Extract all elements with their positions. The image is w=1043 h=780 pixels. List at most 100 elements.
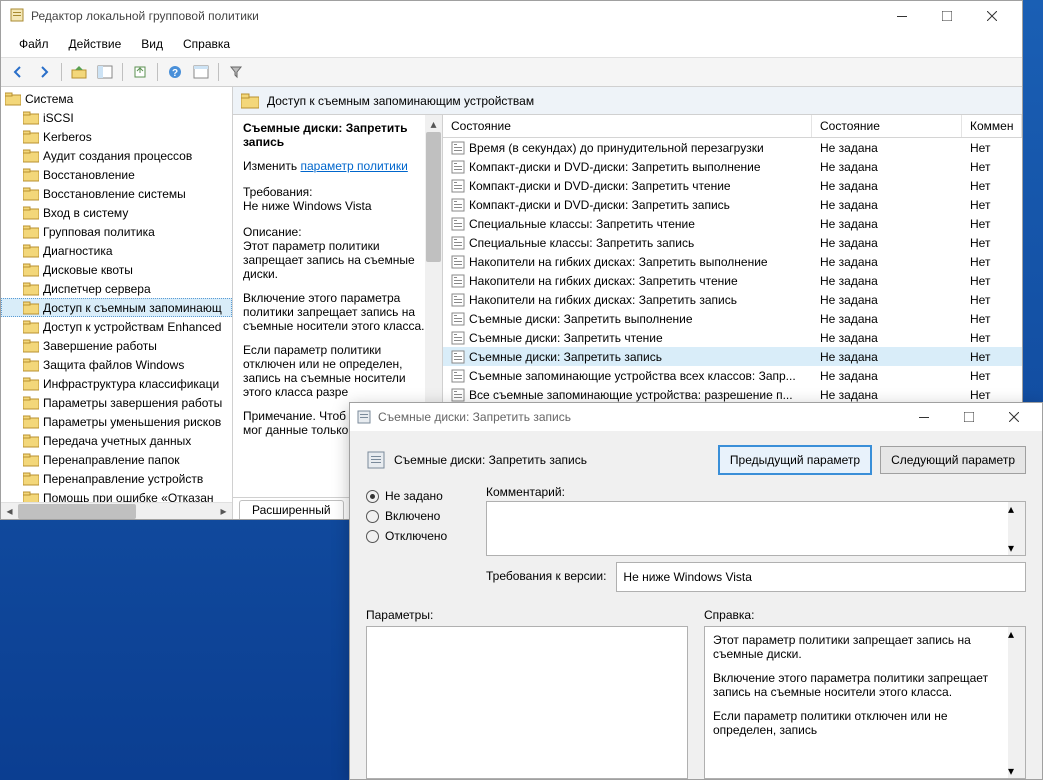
previous-setting-button[interactable]: Предыдущий параметр <box>718 445 872 475</box>
scroll-left-button[interactable]: ◂ <box>1 504 18 519</box>
help-button[interactable]: ? <box>164 61 186 83</box>
tree-item[interactable]: Групповая политика <box>1 222 232 241</box>
scroll-up-button[interactable]: ▴ <box>425 115 442 132</box>
column-comment[interactable]: Коммен <box>962 115 1022 137</box>
policy-setting-icon <box>451 198 465 212</box>
policy-row[interactable]: Компакт-диски и DVD-диски: Запретить чте… <box>443 176 1022 195</box>
tree-item[interactable]: Завершение работы <box>1 336 232 355</box>
tree-item[interactable]: Перенаправление папок <box>1 450 232 469</box>
tree-root[interactable]: Система <box>1 89 232 108</box>
tree-item[interactable]: Диспетчер сервера <box>1 279 232 298</box>
comment-textarea[interactable]: ▴ ▾ <box>486 501 1026 556</box>
version-requirements-value: Не ниже Windows Vista <box>623 570 752 584</box>
folder-icon <box>23 434 39 448</box>
scroll-right-button[interactable]: ▸ <box>215 504 232 519</box>
policy-row[interactable]: Специальные классы: Запретить записьНе з… <box>443 233 1022 252</box>
tree-item[interactable]: Аудит создания процессов <box>1 146 232 165</box>
policy-name: Накопители на гибких дисках: Запретить з… <box>469 293 737 307</box>
tree-item[interactable]: Инфраструктура классификаци <box>1 374 232 393</box>
description-text-2: Включение этого параметра политики запре… <box>243 291 432 333</box>
tree-item-label: iSCSI <box>43 111 74 125</box>
policy-comment: Нет <box>962 369 1022 383</box>
policy-row[interactable]: Накопители на гибких дисках: Запретить ч… <box>443 271 1022 290</box>
policy-name: Накопители на гибких дисках: Запретить в… <box>469 255 768 269</box>
tab-extended[interactable]: Расширенный <box>239 500 344 519</box>
scroll-down-button[interactable]: ▾ <box>1008 541 1025 555</box>
scroll-thumb[interactable] <box>18 504 136 519</box>
folder-icon <box>23 187 39 201</box>
maximize-button[interactable] <box>924 2 969 30</box>
policy-setting-icon <box>451 388 465 402</box>
scroll-up-button[interactable]: ▴ <box>1008 627 1025 641</box>
menu-file[interactable]: Файл <box>9 33 59 55</box>
policy-row[interactable]: Компакт-диски и DVD-диски: Запретить зап… <box>443 195 1022 214</box>
tree-item[interactable]: Вход в систему <box>1 203 232 222</box>
properties-button[interactable] <box>190 61 212 83</box>
tree-item-label: Восстановление системы <box>43 187 186 201</box>
menu-action[interactable]: Действие <box>59 33 132 55</box>
policy-row[interactable]: Съемные запоминающие устройства всех кла… <box>443 366 1022 385</box>
column-state-1[interactable]: Состояние <box>443 115 812 137</box>
radio-not-configured[interactable]: Не задано <box>366 489 476 503</box>
tree-item[interactable]: Передача учетных данных <box>1 431 232 450</box>
edit-policy-link[interactable]: параметр политики <box>300 159 407 173</box>
tree-item[interactable]: Kerberos <box>1 127 232 146</box>
tree-item[interactable]: Восстановление <box>1 165 232 184</box>
dialog-close-button[interactable] <box>991 403 1036 431</box>
tree-item[interactable]: Параметры уменьшения рисков <box>1 412 232 431</box>
policy-row[interactable]: Съемные диски: Запретить записьНе задана… <box>443 347 1022 366</box>
tree-horizontal-scrollbar[interactable]: ◂ ▸ <box>1 502 232 519</box>
policy-row[interactable]: Съемные диски: Запретить выполнениеНе за… <box>443 309 1022 328</box>
tree-item[interactable]: Восстановление системы <box>1 184 232 203</box>
policy-state: Не задана <box>812 160 962 174</box>
folder-icon <box>23 415 39 429</box>
minimize-button[interactable] <box>879 2 924 30</box>
menu-view[interactable]: Вид <box>131 33 173 55</box>
policy-name: Компакт-диски и DVD-диски: Запретить чте… <box>469 179 731 193</box>
up-button[interactable] <box>68 61 90 83</box>
dialog-title: Съемные диски: Запретить запись <box>378 410 901 424</box>
tree-item[interactable]: iSCSI <box>1 108 232 127</box>
radio-disabled[interactable]: Отключено <box>366 529 476 543</box>
folder-icon <box>23 358 39 372</box>
dialog-minimize-button[interactable] <box>901 403 946 431</box>
folder-icon <box>23 225 39 239</box>
tree-item[interactable]: Дисковые квоты <box>1 260 232 279</box>
policy-setting-icon <box>451 369 465 383</box>
tree-item[interactable]: Помощь при ошибке «Отказан <box>1 488 232 502</box>
dialog-maximize-button[interactable] <box>946 403 991 431</box>
policy-row[interactable]: Компакт-диски и DVD-диски: Запретить вып… <box>443 157 1022 176</box>
navigation-tree[interactable]: Система iSCSI KerberosАудит создания проц… <box>1 87 232 502</box>
help-paragraph-1: Этот параметр политики запрещает запись … <box>713 633 1017 661</box>
menu-help[interactable]: Справка <box>173 33 240 55</box>
main-title: Редактор локальной групповой политики <box>31 9 879 23</box>
tree-item[interactable]: Параметры завершения работы <box>1 393 232 412</box>
policy-name: Специальные классы: Запретить чтение <box>469 217 695 231</box>
help-scrollbar[interactable]: ▴ ▾ <box>1008 627 1025 778</box>
tree-item[interactable]: Перенаправление устройств <box>1 469 232 488</box>
help-label: Справка: <box>704 608 1026 622</box>
close-button[interactable] <box>969 2 1014 30</box>
tree-item[interactable]: Доступ к съемным запоминающ <box>1 298 232 317</box>
policy-comment: Нет <box>962 331 1022 345</box>
filter-button[interactable] <box>225 61 247 83</box>
tree-item[interactable]: Доступ к устройствам Enhanced <box>1 317 232 336</box>
policy-row[interactable]: Накопители на гибких дисках: Запретить з… <box>443 290 1022 309</box>
radio-enabled[interactable]: Включено <box>366 509 476 523</box>
tree-item[interactable]: Защита файлов Windows <box>1 355 232 374</box>
scroll-up-button[interactable]: ▴ <box>1008 502 1025 516</box>
forward-button[interactable] <box>33 61 55 83</box>
back-button[interactable] <box>7 61 29 83</box>
tree-item[interactable]: Диагностика <box>1 241 232 260</box>
export-button[interactable] <box>129 61 151 83</box>
policy-row[interactable]: Накопители на гибких дисках: Запретить в… <box>443 252 1022 271</box>
policy-row[interactable]: Съемные диски: Запретить чтениеНе задана… <box>443 328 1022 347</box>
column-state-2[interactable]: Состояние <box>812 115 962 137</box>
scroll-thumb[interactable] <box>426 132 441 262</box>
scroll-down-button[interactable]: ▾ <box>1008 764 1025 778</box>
policy-comment: Нет <box>962 255 1022 269</box>
show-hide-tree-button[interactable] <box>94 61 116 83</box>
next-setting-button[interactable]: Следующий параметр <box>880 446 1026 474</box>
policy-row[interactable]: Время (в секундах) до принудительной пер… <box>443 138 1022 157</box>
policy-row[interactable]: Специальные классы: Запретить чтениеНе з… <box>443 214 1022 233</box>
